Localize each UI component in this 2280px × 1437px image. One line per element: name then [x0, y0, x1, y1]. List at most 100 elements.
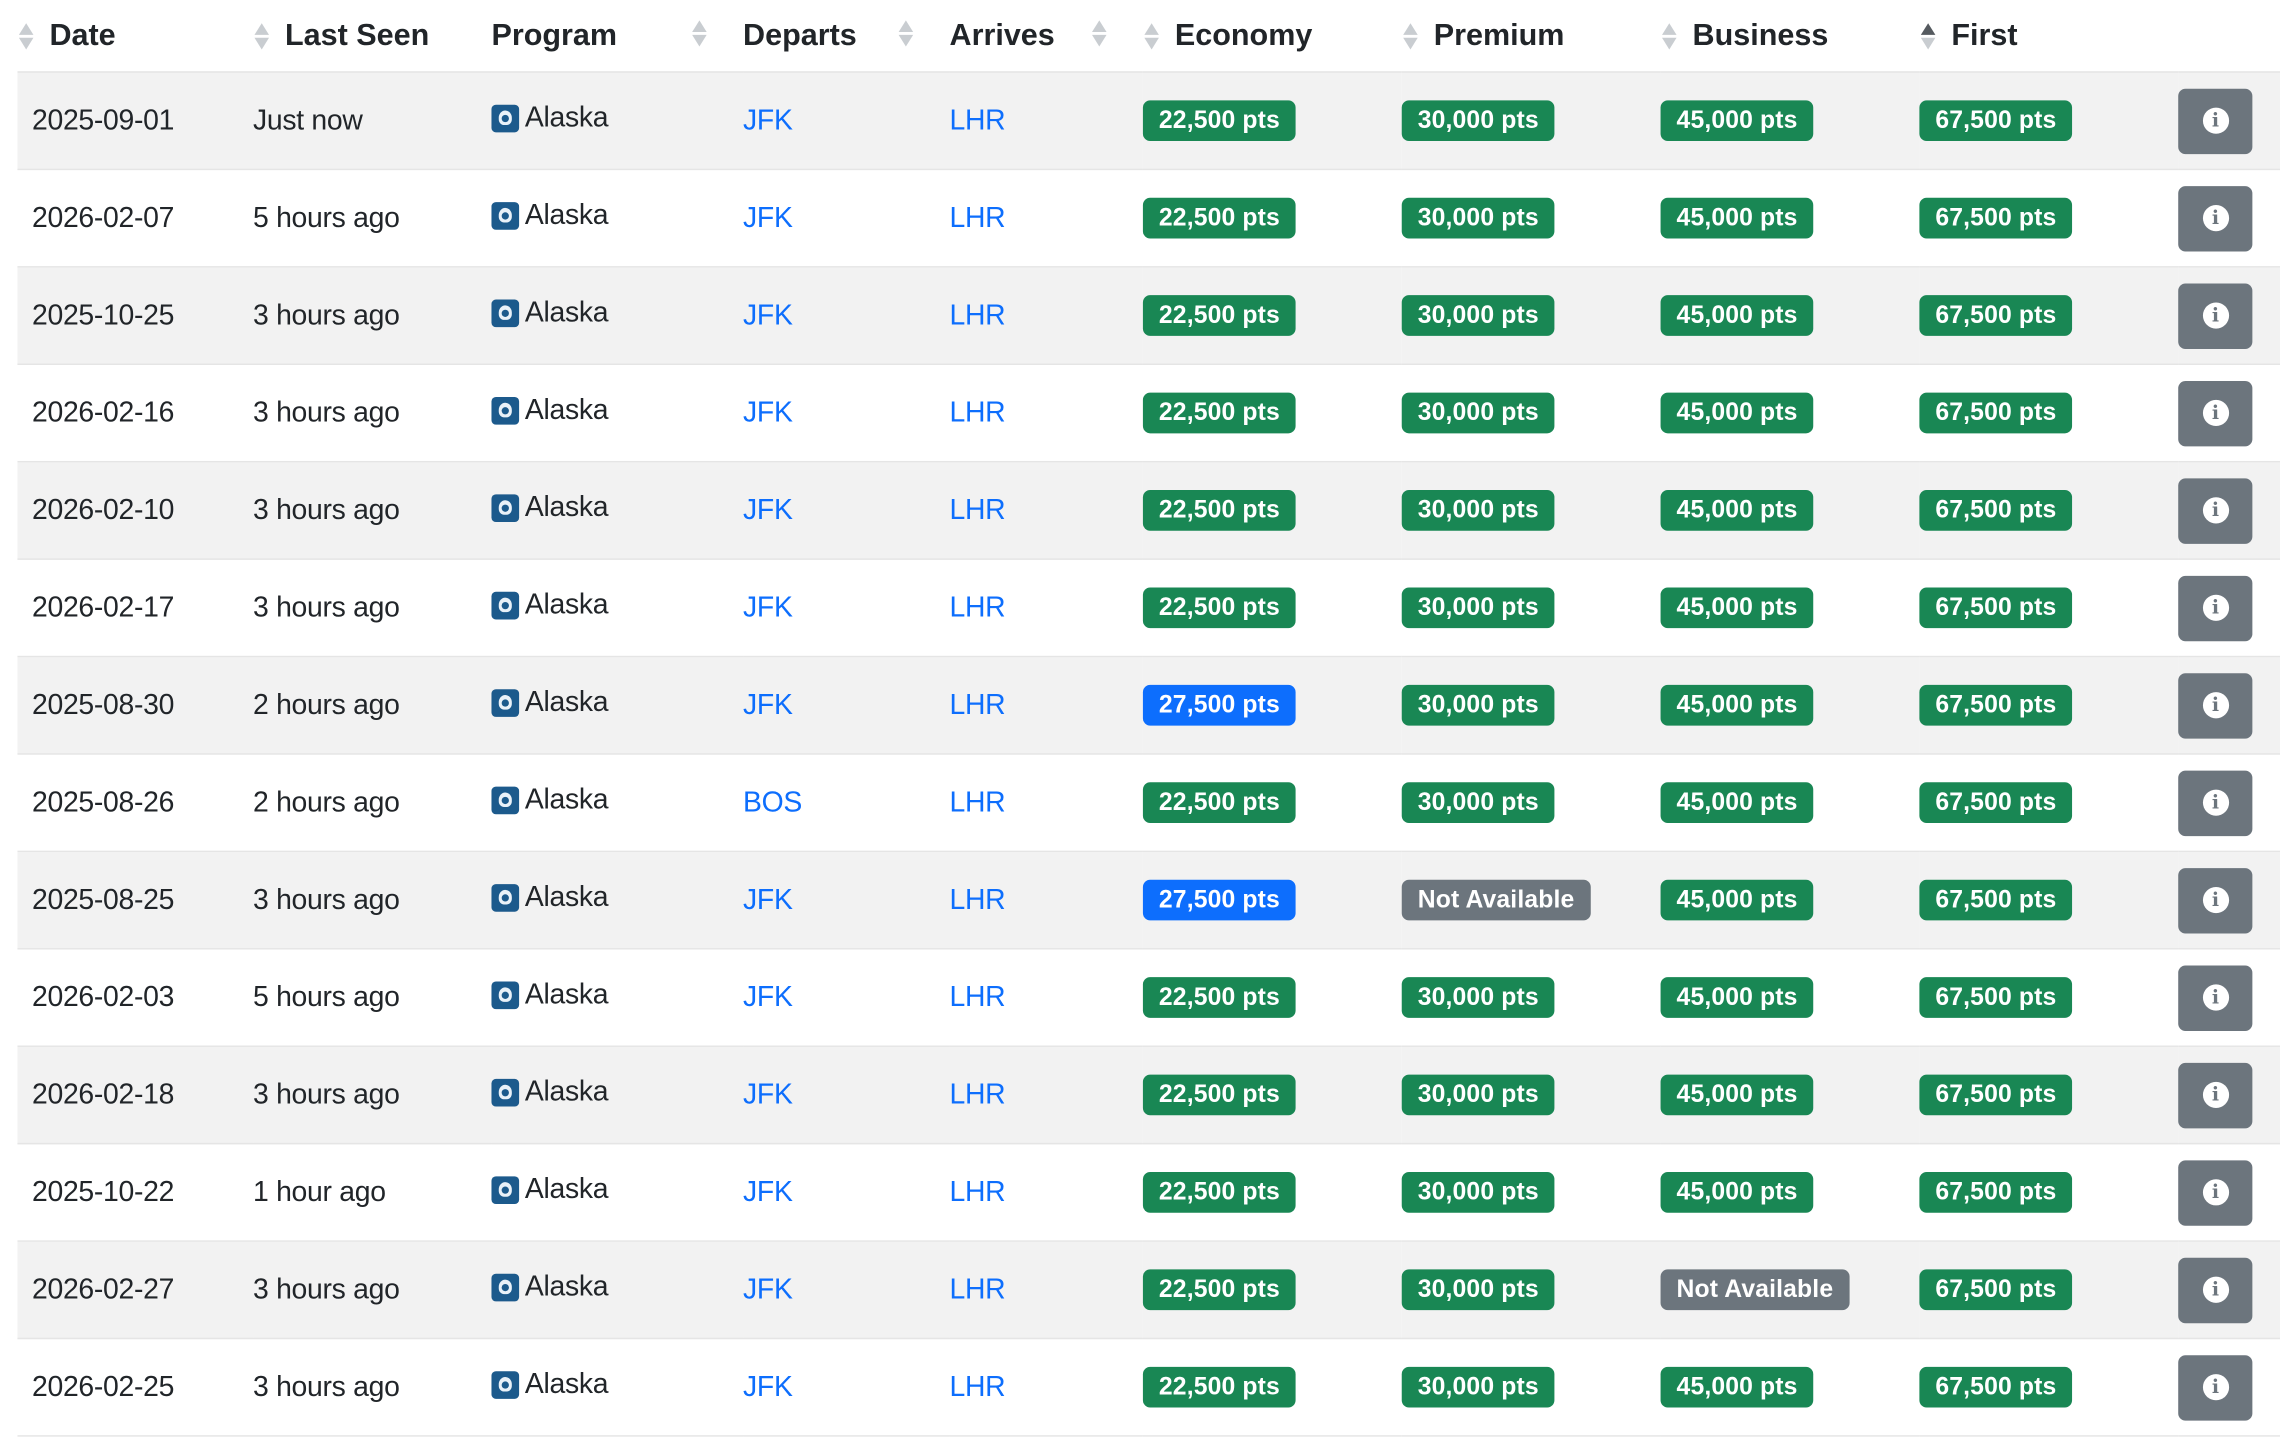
first-badge[interactable]: 67,500 pts: [1919, 1366, 2073, 1408]
departure-airport-link[interactable]: JFK: [743, 1078, 793, 1110]
business-badge[interactable]: 45,000 pts: [1660, 295, 1814, 336]
premium-badge[interactable]: 30,000 pts: [1401, 490, 1555, 531]
premium-badge[interactable]: 30,000 pts: [1401, 1074, 1555, 1116]
details-button[interactable]: i: [2178, 477, 2253, 544]
economy-badge[interactable]: 27,500 pts: [1142, 684, 1296, 726]
column-header-program[interactable]: Program: [491, 0, 744, 73]
arrival-airport-link[interactable]: LHR: [950, 201, 1006, 233]
departure-airport-link[interactable]: JFK: [743, 299, 793, 331]
business-badge[interactable]: 45,000 pts: [1660, 782, 1814, 824]
economy-badge[interactable]: 22,500 pts: [1142, 295, 1296, 336]
arrival-airport-link[interactable]: LHR: [950, 591, 1006, 623]
premium-badge[interactable]: 30,000 pts: [1401, 684, 1555, 726]
arrival-airport-link[interactable]: LHR: [950, 104, 1006, 136]
first-badge[interactable]: 67,500 pts: [1919, 1171, 2073, 1213]
details-button[interactable]: i: [2178, 1159, 2253, 1226]
arrival-airport-link[interactable]: LHR: [950, 396, 1006, 428]
first-badge[interactable]: 67,500 pts: [1919, 782, 2073, 824]
details-button[interactable]: i: [2178, 964, 2253, 1031]
business-badge[interactable]: 45,000 pts: [1660, 879, 1814, 921]
business-badge[interactable]: 45,000 pts: [1660, 392, 1814, 434]
premium-badge[interactable]: 30,000 pts: [1401, 1171, 1555, 1213]
departure-airport-link[interactable]: BOS: [743, 786, 802, 818]
table-row[interactable]: 2026-02-10 3 hours ago Alaska JFK LHR 22…: [17, 461, 2280, 560]
business-badge[interactable]: 45,000 pts: [1660, 100, 1814, 142]
details-button[interactable]: i: [2178, 867, 2253, 933]
table-row[interactable]: 2025-10-25 3 hours ago Alaska JFK LHR 22…: [17, 266, 2280, 365]
business-badge[interactable]: Not Available: [1660, 1269, 1850, 1311]
table-row[interactable]: 2026-02-25 3 hours ago Alaska JFK LHR 22…: [17, 1338, 2280, 1437]
premium-badge[interactable]: 30,000 pts: [1401, 587, 1555, 629]
table-row[interactable]: 2025-10-22 1 hour ago Alaska JFK LHR 22,…: [17, 1143, 2280, 1242]
economy-badge[interactable]: 22,500 pts: [1142, 100, 1296, 142]
arrival-airport-link[interactable]: LHR: [950, 299, 1006, 331]
details-button[interactable]: i: [2178, 185, 2253, 251]
departure-airport-link[interactable]: JFK: [743, 591, 793, 623]
economy-badge[interactable]: 22,500 pts: [1142, 1074, 1296, 1116]
premium-badge[interactable]: 30,000 pts: [1401, 1366, 1555, 1408]
first-badge[interactable]: 67,500 pts: [1919, 587, 2073, 629]
departure-airport-link[interactable]: JFK: [743, 689, 793, 721]
departure-airport-link[interactable]: JFK: [743, 1370, 793, 1402]
first-badge[interactable]: 67,500 pts: [1919, 197, 2073, 239]
first-badge[interactable]: 67,500 pts: [1919, 1269, 2073, 1311]
premium-badge[interactable]: 30,000 pts: [1401, 100, 1555, 142]
departure-airport-link[interactable]: JFK: [743, 883, 793, 915]
first-badge[interactable]: 67,500 pts: [1919, 100, 2073, 142]
arrival-airport-link[interactable]: LHR: [950, 1273, 1006, 1305]
table-row[interactable]: 2025-08-26 2 hours ago Alaska BOS LHR 22…: [17, 753, 2280, 853]
column-header-last-seen[interactable]: Last Seen: [253, 0, 492, 73]
details-button[interactable]: i: [2178, 282, 2253, 349]
departure-airport-link[interactable]: JFK: [743, 1273, 793, 1305]
economy-badge[interactable]: 22,500 pts: [1142, 1171, 1296, 1213]
table-row[interactable]: 2026-02-17 3 hours ago Alaska JFK LHR 22…: [17, 559, 2280, 658]
business-badge[interactable]: 45,000 pts: [1660, 977, 1814, 1018]
details-button[interactable]: i: [2178, 1257, 2253, 1323]
arrival-airport-link[interactable]: LHR: [950, 1370, 1006, 1402]
business-badge[interactable]: 45,000 pts: [1660, 490, 1814, 531]
table-row[interactable]: 2025-09-01 Just now Alaska JFK LHR 22,50…: [17, 71, 2280, 171]
economy-badge[interactable]: 22,500 pts: [1142, 392, 1296, 434]
first-badge[interactable]: 67,500 pts: [1919, 490, 2073, 531]
arrival-airport-link[interactable]: LHR: [950, 883, 1006, 915]
premium-badge[interactable]: 30,000 pts: [1401, 1269, 1555, 1311]
details-button[interactable]: i: [2178, 769, 2253, 836]
column-header-economy[interactable]: Economy: [1142, 0, 1402, 73]
first-badge[interactable]: 67,500 pts: [1919, 977, 2073, 1018]
arrival-airport-link[interactable]: LHR: [950, 689, 1006, 721]
table-row[interactable]: 2026-02-07 5 hours ago Alaska JFK LHR 22…: [17, 169, 2280, 268]
table-row[interactable]: 2025-08-25 3 hours ago Alaska JFK LHR 27…: [17, 851, 2280, 950]
first-badge[interactable]: 67,500 pts: [1919, 295, 2073, 336]
table-row[interactable]: 2026-02-27 3 hours ago Alaska JFK LHR 22…: [17, 1241, 2280, 1340]
business-badge[interactable]: 45,000 pts: [1660, 1366, 1814, 1408]
table-row[interactable]: 2026-02-03 5 hours ago Alaska JFK LHR 22…: [17, 948, 2280, 1047]
table-row[interactable]: 2026-02-18 3 hours ago Alaska JFK LHR 22…: [17, 1046, 2280, 1145]
details-button[interactable]: i: [2178, 1354, 2253, 1420]
details-button[interactable]: i: [2178, 575, 2253, 641]
business-badge[interactable]: 45,000 pts: [1660, 587, 1814, 629]
departure-airport-link[interactable]: JFK: [743, 201, 793, 233]
departure-airport-link[interactable]: JFK: [743, 396, 793, 428]
arrival-airport-link[interactable]: LHR: [950, 1176, 1006, 1208]
economy-badge[interactable]: 22,500 pts: [1142, 197, 1296, 239]
premium-badge[interactable]: 30,000 pts: [1401, 392, 1555, 434]
column-header-premium[interactable]: Premium: [1401, 0, 1661, 73]
arrival-airport-link[interactable]: LHR: [950, 494, 1006, 526]
first-badge[interactable]: 67,500 pts: [1919, 684, 2073, 726]
economy-badge[interactable]: 27,500 pts: [1142, 879, 1296, 921]
economy-badge[interactable]: 22,500 pts: [1142, 587, 1296, 629]
departure-airport-link[interactable]: JFK: [743, 104, 793, 136]
premium-badge[interactable]: 30,000 pts: [1401, 197, 1555, 239]
arrival-airport-link[interactable]: LHR: [950, 786, 1006, 818]
business-badge[interactable]: 45,000 pts: [1660, 1074, 1814, 1116]
premium-badge[interactable]: 30,000 pts: [1401, 977, 1555, 1018]
departure-airport-link[interactable]: JFK: [743, 494, 793, 526]
premium-badge[interactable]: Not Available: [1401, 879, 1591, 921]
premium-badge[interactable]: 30,000 pts: [1401, 782, 1555, 824]
arrival-airport-link[interactable]: LHR: [950, 1078, 1006, 1110]
first-badge[interactable]: 67,500 pts: [1919, 392, 2073, 434]
business-badge[interactable]: 45,000 pts: [1660, 1171, 1814, 1213]
table-row[interactable]: 2025-08-30 2 hours ago Alaska JFK LHR 27…: [17, 656, 2280, 755]
table-row[interactable]: 2026-02-16 3 hours ago Alaska JFK LHR 22…: [17, 364, 2280, 463]
premium-badge[interactable]: 30,000 pts: [1401, 295, 1555, 336]
